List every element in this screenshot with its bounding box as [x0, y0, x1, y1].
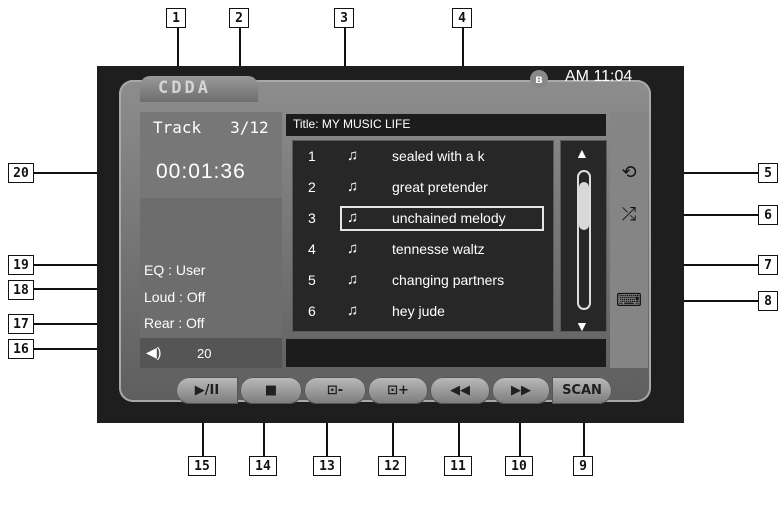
speaker-icon[interactable]: ◀) [146, 344, 161, 361]
callout-label: 16 [8, 339, 34, 359]
callout-label: 1 [166, 8, 186, 28]
callout-label: 17 [8, 314, 34, 334]
callout-label: 11 [444, 456, 472, 476]
side-button-panel [610, 112, 648, 368]
playlist-item[interactable]: 5 ♫ changing partners [292, 266, 552, 297]
track-name: unchained melody [392, 210, 506, 226]
track-num: 4 [308, 241, 316, 257]
track-display: Track 3/12 [153, 118, 269, 137]
callout-label: 8 [758, 291, 778, 311]
status-bar [286, 339, 606, 367]
bluetooth-icon: ʙ [530, 70, 548, 88]
track-name: tennesse waltz [392, 241, 485, 257]
scrollbar-thumb[interactable] [579, 182, 589, 230]
callout-label: 10 [505, 456, 533, 476]
volume-value: 20 [197, 346, 212, 361]
callout-label: 3 [334, 8, 354, 28]
prev-folder-button[interactable]: ⊡- [304, 377, 366, 404]
scroll-down-arrow-icon[interactable]: ▼ [575, 318, 589, 334]
rear-setting[interactable]: Rear : Off [144, 315, 204, 331]
callout-label: 4 [452, 8, 472, 28]
loud-setting[interactable]: Loud : Off [144, 289, 205, 305]
music-note-icon: ♫ [347, 271, 359, 288]
stop-button[interactable]: ■ [240, 377, 302, 404]
clock: AM 11:04 [565, 68, 633, 85]
keyboard-icon[interactable]: ⌨ [612, 287, 646, 313]
music-note-icon: ♫ [347, 302, 359, 319]
music-note-icon: ♫ [347, 147, 359, 164]
eq-setting[interactable]: EQ : User [144, 262, 205, 278]
track-number: 3/12 [230, 118, 269, 137]
track-num: 5 [308, 272, 316, 288]
track-name: changing partners [392, 272, 505, 288]
callout-label: 6 [758, 205, 778, 225]
track-name: great pretender [392, 179, 488, 195]
playlist-item[interactable]: 4 ♫ tennesse waltz [292, 235, 552, 266]
track-num: 3 [308, 210, 316, 226]
scan-button[interactable]: SCAN [552, 377, 612, 404]
app-logo: CDDA [158, 78, 211, 98]
callout-label: 12 [378, 456, 406, 476]
repeat-icon[interactable]: ⟲ [612, 159, 646, 185]
track-num: 1 [308, 148, 316, 164]
track-name: hey jude [392, 303, 445, 319]
track-label: Track [153, 118, 202, 137]
shuffle-icon[interactable]: ⤮ [612, 201, 646, 227]
song-title: Title: MY MUSIC LIFE [293, 117, 411, 131]
elapsed-time: 00:01:36 [156, 160, 246, 183]
playlist-item-selected[interactable]: 3 ♫ unchained melody [292, 204, 552, 235]
callout-label: 18 [8, 280, 34, 300]
track-num: 6 [308, 303, 316, 319]
callout-label: 5 [758, 163, 778, 183]
callout-label: 15 [188, 456, 216, 476]
next-folder-button[interactable]: ⊡+ [368, 377, 428, 404]
rewind-button[interactable]: ◀◀ [430, 377, 490, 404]
music-note-icon: ♫ [347, 209, 359, 226]
callout-label: 7 [758, 255, 778, 275]
scroll-up-arrow-icon[interactable]: ▲ [575, 145, 589, 161]
music-note-icon: ♫ [347, 178, 359, 195]
callout-label: 9 [573, 456, 593, 476]
callout-label: 2 [229, 8, 249, 28]
playlist-item[interactable]: 2 ♫ great pretender [292, 173, 552, 204]
fast-forward-button[interactable]: ▶▶ [492, 377, 550, 404]
callout-label: 13 [313, 456, 341, 476]
play-pause-button[interactable]: ▶/II [176, 377, 238, 404]
music-note-icon: ♫ [347, 240, 359, 257]
track-name: sealed with a k [392, 148, 485, 164]
callout-label: 20 [8, 163, 34, 183]
callout-label: 14 [249, 456, 277, 476]
playlist-item[interactable]: 1 ♫ sealed with a k [292, 142, 552, 173]
playlist-item[interactable]: 6 ♫ hey jude [292, 297, 552, 328]
callout-label: 19 [8, 255, 34, 275]
track-num: 2 [308, 179, 316, 195]
